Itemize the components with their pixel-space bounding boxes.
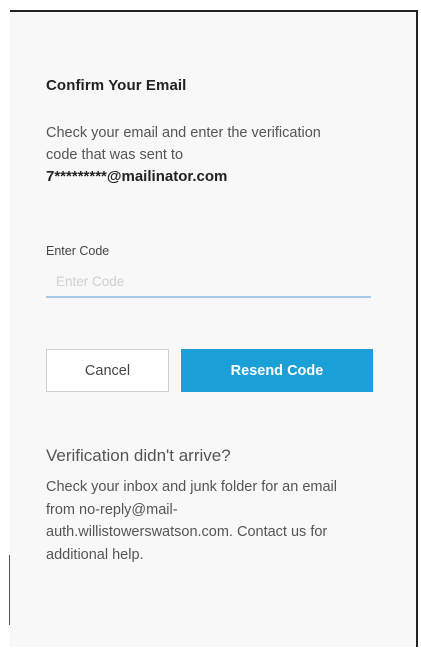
screen: Confirm Your Email Check your email and … — [0, 0, 421, 649]
help-heading: Verification didn't arrive? — [46, 446, 231, 465]
instructions-message: Check your email and enter the verificat… — [46, 125, 321, 163]
masked-email: 7*********@mailinator.com — [46, 168, 228, 185]
dialog-title: Confirm Your Email — [46, 77, 187, 94]
code-label: Enter Code — [46, 244, 110, 258]
instructions-text: Check your email and enter the verificat… — [46, 122, 346, 188]
verification-code-input[interactable] — [46, 266, 371, 298]
help-text: Check your inbox and junk folder for an … — [46, 479, 337, 563]
cancel-button[interactable]: Cancel — [46, 349, 169, 392]
resend-code-button[interactable]: Resend Code — [181, 349, 373, 392]
